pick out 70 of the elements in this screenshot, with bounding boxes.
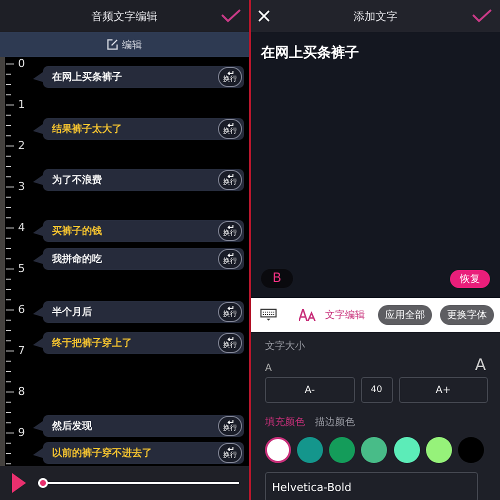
close-icon[interactable]: [258, 10, 270, 22]
screen-title: 添加文字: [354, 8, 398, 24]
color-swatch[interactable]: [329, 437, 356, 463]
edit-icon: [107, 39, 118, 50]
bubble-pointer: [33, 124, 43, 134]
bubble-pointer: [33, 72, 43, 82]
check-icon[interactable]: [472, 9, 492, 23]
large-size-marker: A: [475, 355, 486, 374]
slider-thumb[interactable]: [38, 478, 48, 488]
ruler-number: 8: [18, 385, 25, 399]
apply-all-button[interactable]: 应用全部: [378, 305, 432, 325]
bubble-pointer: [33, 307, 43, 317]
entered-text: 在网上买条裤子: [261, 44, 360, 62]
ruler-number: 5: [18, 262, 25, 276]
return-icon: [226, 306, 234, 310]
bubble-pointer: [33, 254, 43, 264]
bubble-pointer: [33, 421, 43, 431]
subtitle-text: 半个月后: [52, 306, 92, 319]
return-icon: [226, 253, 234, 257]
ruler-number: 9: [18, 426, 25, 440]
keyboard-icon[interactable]: [260, 308, 277, 322]
color-swatch[interactable]: [458, 437, 484, 463]
change-font-button[interactable]: 更换字体: [440, 305, 494, 325]
ruler-number: 7: [18, 344, 25, 358]
return-icon: [226, 420, 234, 424]
ruler-number: 2: [18, 139, 25, 153]
ruler-number: 1: [18, 98, 25, 112]
decrease-size-button[interactable]: A-: [265, 377, 354, 403]
color-tab[interactable]: 描边颜色: [315, 415, 361, 429]
subtitle-text: 结果裤子太大了: [52, 122, 122, 136]
ruler-number: 0: [18, 57, 25, 71]
subtitle-text: 然后发现: [52, 420, 92, 433]
subtitle-text: 以前的裤子穿不进去了: [52, 446, 152, 460]
size-value: 40: [360, 377, 392, 403]
size-label: 文字大小: [265, 340, 306, 353]
screen-title: 音频文字编辑: [92, 8, 158, 24]
return-icon: [226, 174, 234, 178]
return-icon: [226, 447, 234, 451]
subtitle-text: 终于把裤子穿上了: [52, 336, 132, 350]
text-edit-label: 文字编辑: [325, 308, 365, 322]
color-swatch[interactable]: [265, 437, 291, 463]
return-icon: [226, 337, 234, 341]
play-icon[interactable]: [12, 473, 26, 493]
color-swatch[interactable]: [297, 437, 324, 463]
bold-button[interactable]: B: [261, 269, 293, 288]
bubble-pointer: [33, 448, 43, 458]
check-icon[interactable]: [221, 9, 241, 23]
color-swatch[interactable]: [394, 437, 420, 463]
font-size-icon: [299, 309, 317, 321]
text-input-area[interactable]: 在网上买条裤子 B 恢复: [251, 32, 500, 298]
ruler-number: 6: [18, 303, 25, 317]
subtitle-text: 我拼命的吃: [52, 252, 102, 266]
color-swatch[interactable]: [426, 437, 452, 463]
bubble-pointer: [33, 338, 43, 348]
reset-button[interactable]: 恢复: [450, 270, 490, 288]
color-swatch[interactable]: [361, 437, 388, 463]
return-icon: [226, 123, 234, 127]
increase-size-button[interactable]: A+: [398, 377, 488, 403]
small-size-marker: A: [265, 363, 272, 374]
subtitle-text: 为了不浪费: [52, 173, 102, 187]
font-field[interactable]: Helvetica-Bold: [265, 472, 478, 500]
subtitle-text: 买裤子的钱: [52, 224, 102, 238]
bubble-pointer: [33, 175, 43, 185]
subtitle-text: 在网上买条裤子: [52, 70, 122, 84]
return-icon: [226, 71, 234, 75]
ruler-number: 3: [18, 180, 25, 194]
bubble-pointer: [33, 226, 43, 236]
return-icon: [226, 225, 234, 229]
ruler-number: 4: [18, 221, 25, 235]
edit-button[interactable]: 编辑: [0, 32, 249, 57]
